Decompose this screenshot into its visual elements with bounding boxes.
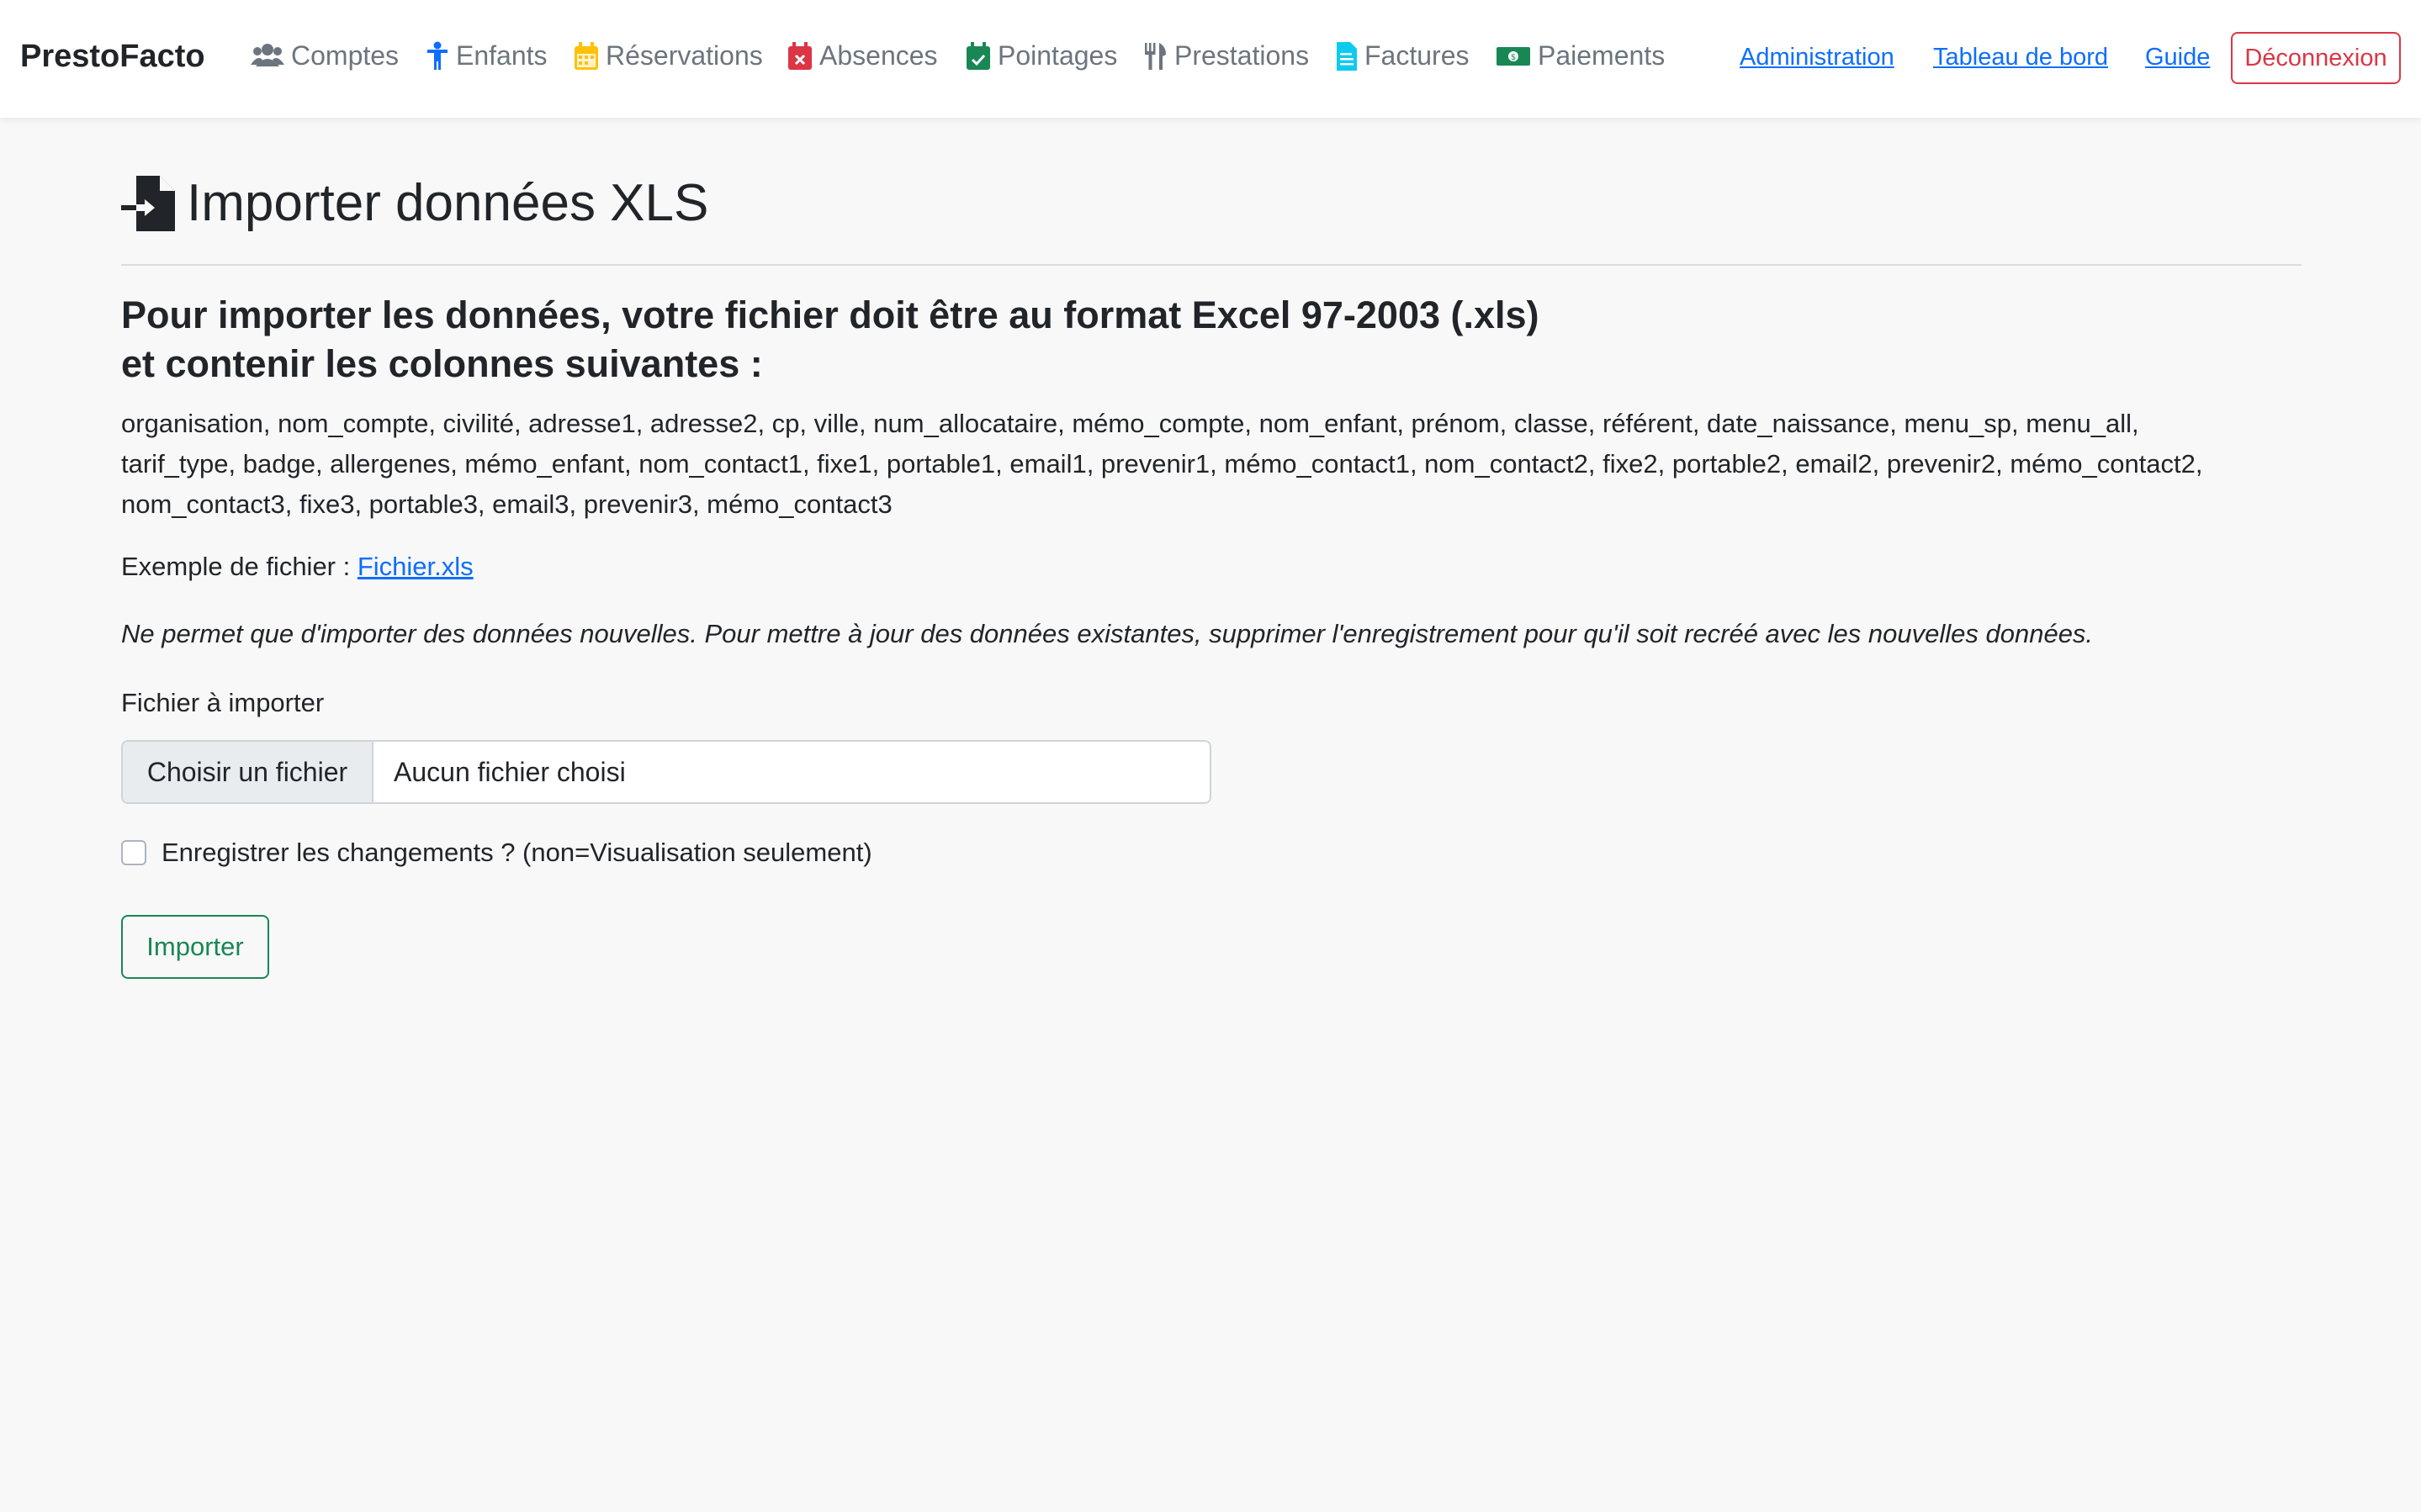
title-divider — [121, 264, 2302, 266]
columns-line-3: nom_contact3, fixe3, portable3, email3, … — [121, 489, 893, 519]
choose-file-button[interactable]: Choisir un fichier — [123, 742, 373, 802]
nav-item-absences[interactable]: Absences — [787, 40, 938, 71]
money-icon: $ — [1496, 41, 1531, 71]
calendar-icon — [574, 41, 599, 71]
child-icon — [426, 41, 449, 71]
utensils-icon — [1142, 41, 1168, 71]
save-changes-checkbox[interactable] — [121, 840, 146, 865]
nav-label: Comptes — [291, 40, 400, 71]
top-navbar: PrestoFacto Comptes Enfants Réservations… — [0, 0, 2421, 118]
import-instructions: Pour importer les données, votre fichier… — [121, 291, 2308, 389]
nav-item-enfants[interactable]: Enfants — [426, 40, 548, 71]
file-input[interactable]: Choisir un fichier Aucun fichier choisi — [121, 740, 1211, 804]
users-icon — [251, 41, 284, 71]
nav-label: Prestations — [1174, 40, 1310, 71]
nav-label: Pointages — [998, 40, 1118, 71]
columns-line-2: tarif_type, badge, allergenes, mémo_enfa… — [121, 449, 2203, 478]
guide-link[interactable]: Guide — [2145, 44, 2210, 71]
file-status: Aucun fichier choisi — [394, 756, 626, 787]
nav-label: Absences — [819, 40, 938, 71]
import-note: Ne permet que d'importer des données nou… — [121, 619, 2094, 648]
example-file-link[interactable]: Fichier.xls — [358, 552, 474, 581]
import-button[interactable]: Importer — [121, 915, 269, 979]
example-label: Exemple de fichier : — [121, 552, 351, 581]
svg-text:$: $ — [1511, 53, 1516, 62]
save-changes-label: Enregistrer les changements ? (non=Visua… — [162, 838, 872, 867]
nav-item-factures[interactable]: Factures — [1336, 40, 1469, 71]
invoice-icon — [1336, 41, 1358, 71]
nav-item-reservations[interactable]: Réservations — [574, 40, 763, 71]
columns-line-1: organisation, nom_compte, civilité, adre… — [121, 409, 2139, 438]
file-import-icon — [121, 174, 177, 233]
nav-item-prestations[interactable]: Prestations — [1142, 40, 1309, 71]
required-columns: organisation, nom_compte, civilité, adre… — [121, 404, 2308, 525]
instructions-line-1: Pour importer les données, votre fichier… — [121, 293, 1539, 336]
example-file: Exemple de fichier : Fichier.xls — [121, 552, 474, 582]
save-changes-option[interactable]: Enregistrer les changements ? (non=Visua… — [121, 838, 872, 868]
nav-label: Factures — [1364, 40, 1470, 71]
logout-button[interactable]: Déconnexion — [2231, 32, 2401, 84]
nav-item-pointages[interactable]: Pointages — [966, 40, 1117, 71]
nav-label: Paiements — [1538, 40, 1666, 71]
instructions-line-2: et contenir les colonnes suivantes : — [121, 342, 763, 385]
nav-item-paiements[interactable]: $ Paiements — [1496, 40, 1665, 71]
nav-label: Réservations — [606, 40, 763, 71]
nav-item-comptes[interactable]: Comptes — [251, 40, 399, 71]
file-input-label: Fichier à importer — [121, 688, 325, 717]
administration-link[interactable]: Administration — [1740, 44, 1894, 71]
dashboard-link[interactable]: Tableau de bord — [1933, 44, 2108, 71]
nav-label: Enfants — [456, 40, 548, 71]
calendar-x-icon — [787, 41, 813, 71]
page-title-text: Importer données XLS — [187, 174, 709, 232]
brand-logo[interactable]: PrestoFacto — [20, 39, 205, 75]
page-title: Importer données XLS — [121, 173, 708, 233]
calendar-check-icon — [966, 41, 991, 71]
